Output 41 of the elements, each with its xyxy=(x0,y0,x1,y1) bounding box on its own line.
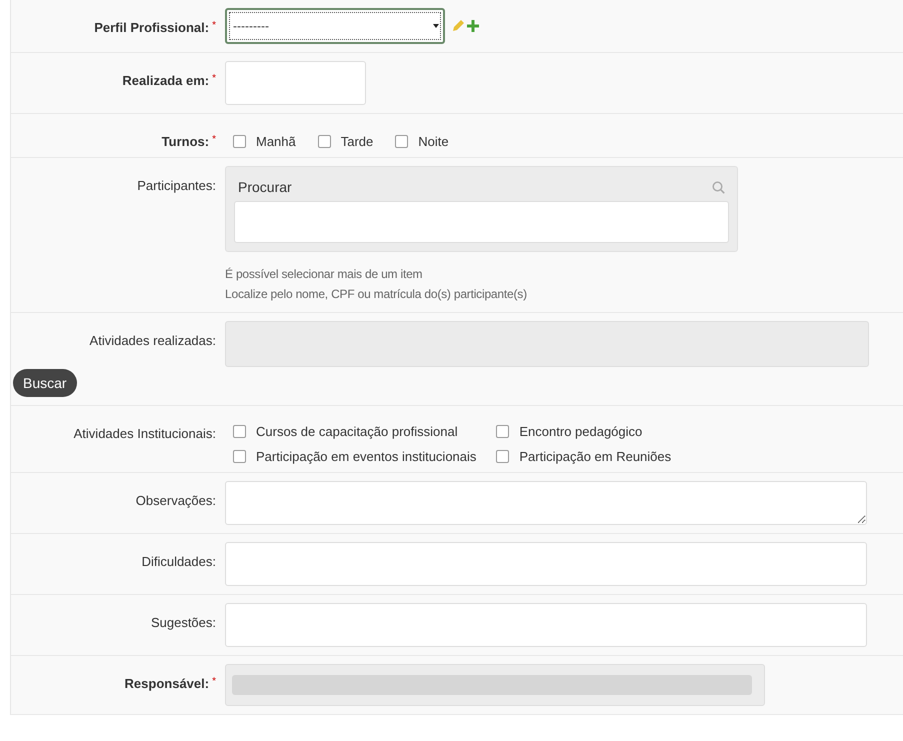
field-label: Responsável: xyxy=(124,676,210,691)
checkbox-label: Participação em eventos institucionais xyxy=(256,449,476,464)
field-label: Perfil Profissional: xyxy=(94,20,210,35)
plus-icon[interactable] xyxy=(467,20,479,32)
search-button[interactable]: Buscar xyxy=(13,369,77,397)
field-label: Atividades Institucionais: xyxy=(74,426,216,441)
checkbox-label: Manhã xyxy=(256,134,296,149)
search-icon[interactable] xyxy=(712,180,725,194)
checkbox[interactable] xyxy=(318,135,331,148)
caret-icon xyxy=(433,24,439,28)
checkbox-label: Participação em Reuniões xyxy=(519,449,672,464)
checkbox[interactable] xyxy=(233,135,246,148)
field-label: Dificuldades: xyxy=(142,554,216,569)
required-mark: * xyxy=(212,20,216,31)
checkbox[interactable] xyxy=(233,450,246,463)
date-field[interactable] xyxy=(225,61,366,105)
required-mark: * xyxy=(212,676,216,687)
checkbox[interactable] xyxy=(233,425,246,438)
checkbox-label: Cursos de capacitação profissional xyxy=(256,424,458,439)
checkbox-label: Noite xyxy=(418,134,449,149)
field-label: Participantes: xyxy=(137,178,216,193)
checkbox[interactable] xyxy=(496,450,510,463)
help-text: Localize pelo nome, CPF ou matrícula do(s) participante(s) xyxy=(225,286,528,303)
field-label: Sugestões: xyxy=(150,615,216,630)
field-label: Turnos: xyxy=(162,134,210,149)
search-field[interactable]: Procurar xyxy=(234,175,729,201)
checkbox-label: Tarde xyxy=(340,134,374,149)
checkbox-label: Encontro pedagógico xyxy=(519,424,642,439)
required-mark: * xyxy=(212,73,216,84)
text-field[interactable] xyxy=(225,542,867,586)
field-label: Observações: xyxy=(136,493,216,508)
field-label: Atividades realizadas: xyxy=(90,333,216,348)
checkbox[interactable] xyxy=(395,135,408,148)
field-label: Realizada em: xyxy=(122,73,210,88)
pencil-icon[interactable] xyxy=(451,19,465,33)
text-field[interactable] xyxy=(225,603,867,647)
help-text: É possível selecionar mais de um item xyxy=(225,266,424,283)
select-field[interactable]: --------- xyxy=(225,8,445,44)
text-field[interactable] xyxy=(234,201,729,243)
required-mark: * xyxy=(212,134,216,145)
checkbox[interactable] xyxy=(496,425,510,438)
